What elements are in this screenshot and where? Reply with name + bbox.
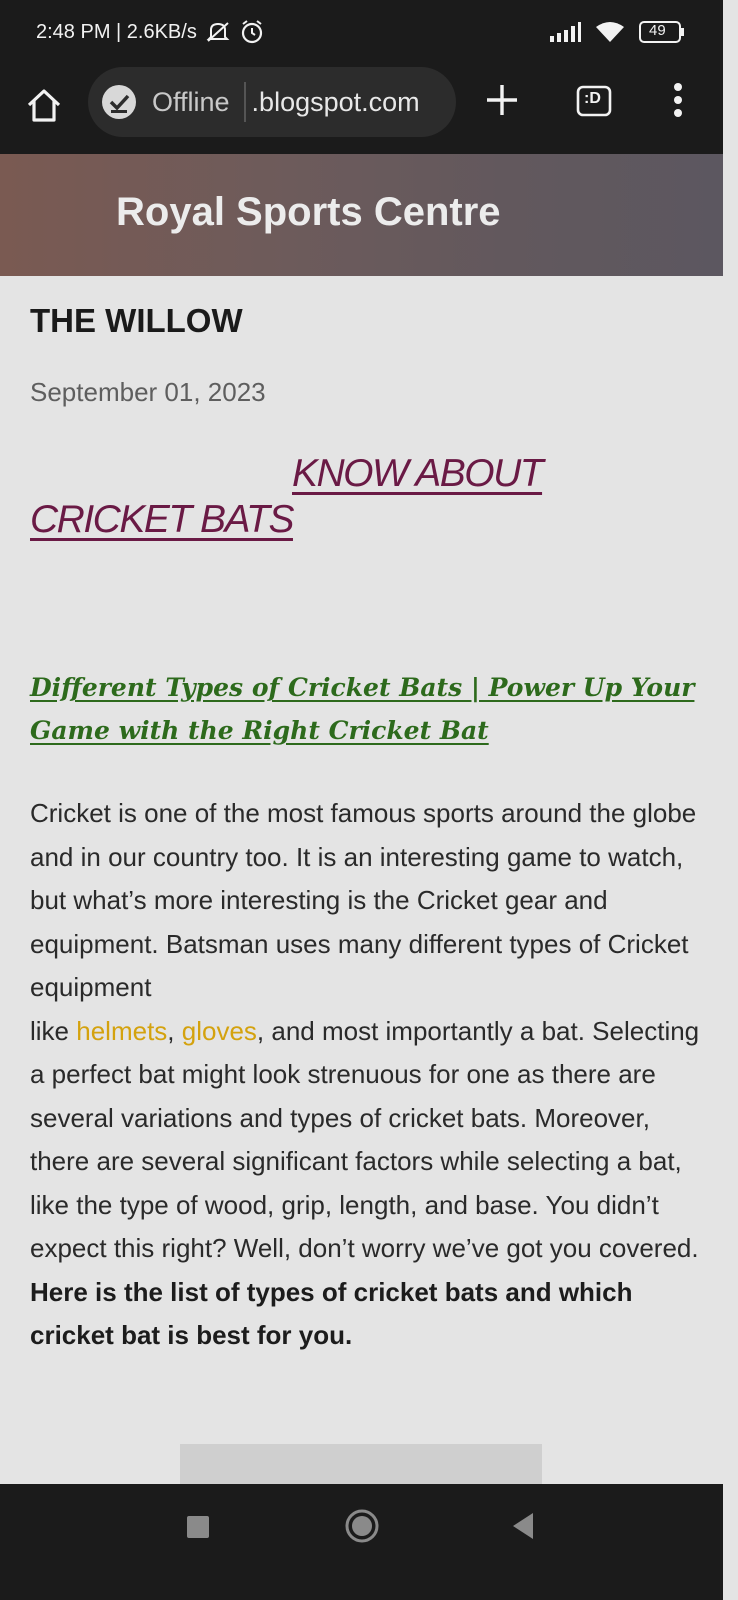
article-comma: , bbox=[167, 1015, 182, 1046]
status-bar: 2:48 PM | 2.6KB/s 49 bbox=[0, 0, 723, 64]
wifi-icon bbox=[595, 21, 625, 43]
battery-level: 49 bbox=[649, 22, 666, 39]
offline-check-icon bbox=[102, 85, 136, 119]
home-icon bbox=[27, 89, 61, 122]
browser-toolbar: Offline .blogspot.com :D bbox=[0, 64, 723, 154]
post-date: September 01, 2023 bbox=[30, 377, 266, 407]
mute-icon bbox=[205, 21, 231, 43]
url-text: .blogspot.com bbox=[251, 86, 420, 117]
home-button[interactable] bbox=[24, 86, 64, 126]
tab-switcher-button[interactable]: :D bbox=[576, 85, 612, 117]
article-bold-text: Here is the list of types of cricket bat… bbox=[30, 1276, 633, 1351]
offline-label: Offline bbox=[152, 86, 230, 117]
article-title-link[interactable]: Different Types of Cricket Bats | Power … bbox=[30, 666, 700, 752]
article-paragraph-2: , and most importantly a bat. Selecting … bbox=[30, 1015, 700, 1264]
article-image-placeholder bbox=[180, 1444, 542, 1484]
back-icon bbox=[513, 1513, 533, 1539]
heading-link-line1[interactable]: KNOW ABOUT bbox=[292, 452, 544, 496]
article-body: Cricket is one of the most famous sports… bbox=[30, 792, 700, 1358]
back-button[interactable] bbox=[512, 1512, 534, 1540]
address-bar[interactable]: Offline .blogspot.com bbox=[88, 67, 456, 137]
helmets-link[interactable]: helmets bbox=[76, 1016, 167, 1046]
tabs-label: :D bbox=[584, 90, 601, 107]
post-title: THE WILLOW bbox=[30, 302, 243, 339]
signal-icon bbox=[549, 22, 581, 42]
article-paragraph-1: Cricket is one of the most famous sports… bbox=[30, 798, 697, 1002]
blog-title[interactable]: Royal Sports Centre bbox=[116, 190, 501, 235]
plus-icon bbox=[487, 85, 517, 115]
recents-icon[interactable] bbox=[187, 1516, 209, 1538]
status-time-speed: 2:48 PM | 2.6KB/s bbox=[36, 20, 197, 43]
home-circle-button[interactable] bbox=[344, 1508, 380, 1544]
home-circle-icon bbox=[345, 1509, 379, 1543]
menu-button[interactable] bbox=[668, 80, 688, 120]
article-title-line1: Different Types of Cricket Bats | Power … bbox=[30, 673, 695, 702]
menu-dots-icon bbox=[674, 83, 682, 117]
status-right: 49 bbox=[549, 20, 685, 44]
heading-link-line2[interactable]: CRICKET BATS bbox=[30, 498, 294, 542]
battery-icon: 49 bbox=[639, 20, 685, 44]
article-like: like bbox=[30, 1015, 77, 1046]
new-tab-button[interactable] bbox=[484, 82, 520, 118]
article-title-line2: Game with the Right Cricket Bat bbox=[30, 716, 489, 745]
gloves-link[interactable]: gloves bbox=[182, 1016, 257, 1046]
status-left: 2:48 PM | 2.6KB/s bbox=[36, 19, 265, 45]
url-divider bbox=[243, 82, 246, 122]
alarm-icon bbox=[239, 19, 265, 45]
